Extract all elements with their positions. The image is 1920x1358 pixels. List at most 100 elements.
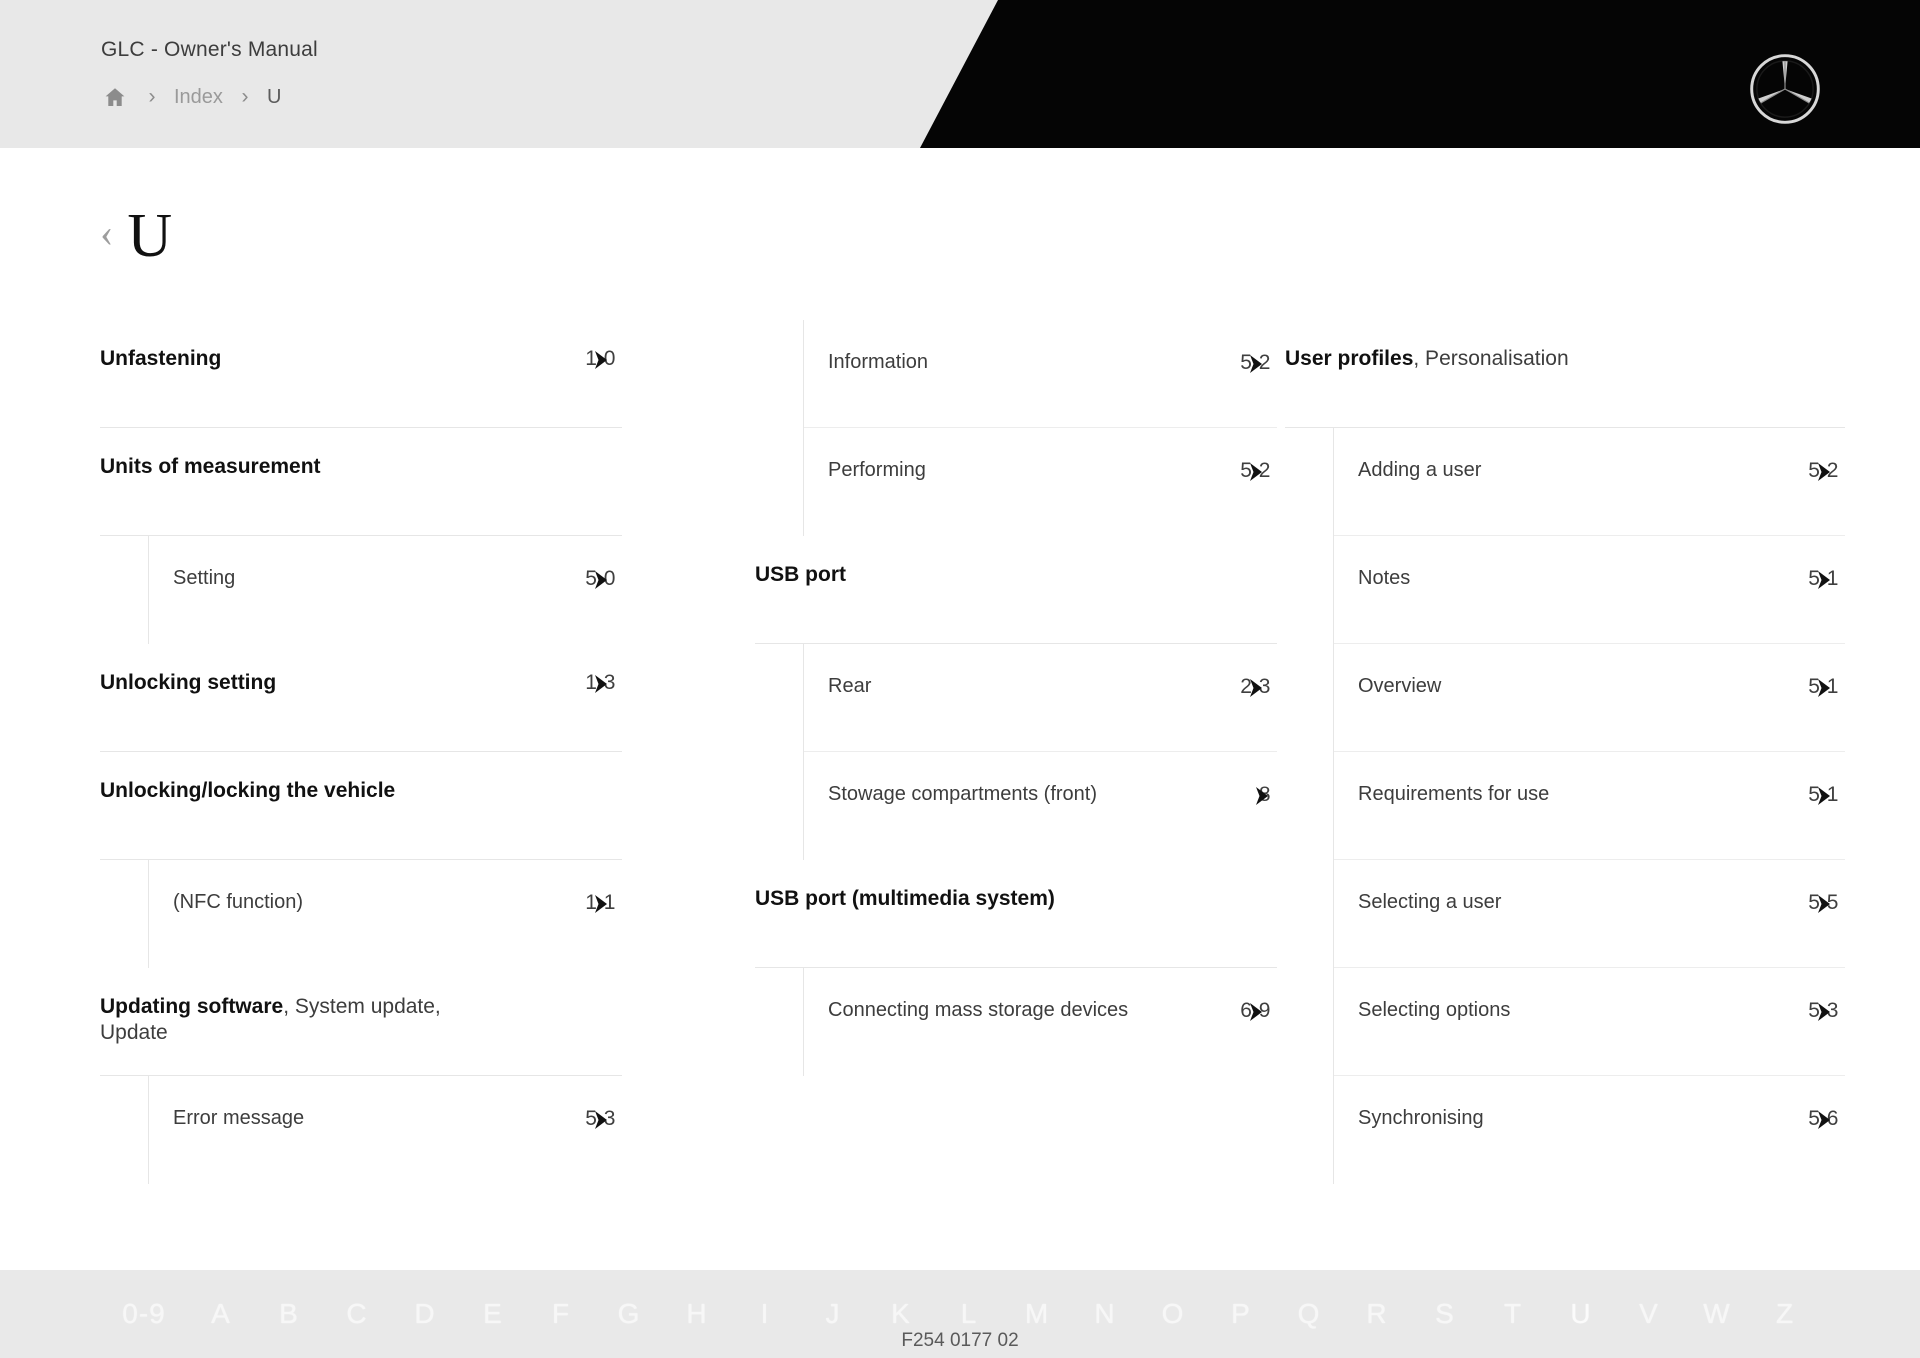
index-entry-updating-software[interactable]: Updating software, System update, Update [100, 968, 622, 1076]
breadcrumb-item-index[interactable]: Index [174, 82, 223, 112]
alphabet-letter-m[interactable]: M [1003, 1298, 1071, 1330]
index-subentry-error-message[interactable]: Error message 5 3 [149, 1076, 622, 1184]
index-subentry-selecting-a-user[interactable]: Selecting a user 5 5 [1334, 860, 1845, 968]
page-reference[interactable]: 1 1 [585, 860, 616, 915]
index-entry-units-of-measurement[interactable]: Units of measurement [100, 428, 622, 536]
index-subentry-label: Selecting a user [1358, 891, 1502, 913]
alphabet-letter-a[interactable]: A [187, 1298, 255, 1330]
index-group: User profiles, Personalisation Adding a … [1285, 320, 1845, 1184]
alphabet-letter-j[interactable]: J [799, 1298, 867, 1330]
alphabet-letter-o[interactable]: O [1139, 1298, 1207, 1330]
index-subentry-overview[interactable]: Overview 5 1 [1334, 644, 1845, 752]
mercedes-benz-star-icon [1748, 52, 1822, 126]
index-subentry-label: Notes [1358, 567, 1411, 589]
page-reference[interactable]: 2 3 [1240, 644, 1271, 699]
page-reference[interactable]: 5 0 [585, 536, 616, 591]
breadcrumb: › Index › U [100, 82, 281, 112]
chevron-right-icon [1817, 462, 1830, 481]
alphabet-letter-d[interactable]: D [391, 1298, 459, 1330]
index-subentry-nfc-function[interactable]: (NFC function) 1 1 [149, 860, 622, 968]
index-columns: Unfastening 1 0 Units of measurement Set… [0, 320, 1920, 1200]
index-entry-user-profiles[interactable]: User profiles, Personalisation [1285, 320, 1845, 428]
alphabet-letter-k[interactable]: K [867, 1298, 935, 1330]
page-reference[interactable]: 5 1 [1808, 644, 1839, 699]
alphabet-letter-s[interactable]: S [1411, 1298, 1479, 1330]
alphabet-letter-w[interactable]: W [1683, 1298, 1751, 1330]
alphabet-letter-09[interactable]: 0-9 [101, 1298, 187, 1330]
index-subgroup: Information 5 2 Performing 5 2 [803, 320, 1277, 536]
alphabet-letter-z[interactable]: Z [1751, 1298, 1819, 1330]
alphabet-letter-n[interactable]: N [1071, 1298, 1139, 1330]
index-column-2: Information 5 2 Performing 5 2 USB port … [755, 320, 1277, 1076]
alphabet-letter-f[interactable]: F [527, 1298, 595, 1330]
index-entry-label: Updating software, System update, Update [100, 968, 500, 1071]
index-column-1: Unfastening 1 0 Units of measurement Set… [100, 320, 622, 1184]
index-subentry-notes[interactable]: Notes 5 1 [1334, 536, 1845, 644]
alphabet-letter-v[interactable]: V [1615, 1298, 1683, 1330]
index-entry-label-bold: User profiles [1285, 347, 1414, 370]
alphabet-letter-e[interactable]: E [459, 1298, 527, 1330]
page-reference[interactable]: 5 5 [1808, 860, 1839, 915]
index-subentry-label: Stowage compartments (front) [828, 783, 1097, 805]
page-reference[interactable]: 5 6 [1808, 1076, 1839, 1131]
index-group: USB port Rear 2 3 Stowage compartments (… [755, 536, 1277, 860]
page-reference[interactable]: 5 1 [1808, 752, 1839, 807]
index-subentry-requirements-for-use[interactable]: Requirements for use 5 1 [1334, 752, 1845, 860]
alphabet-letter-r[interactable]: R [1343, 1298, 1411, 1330]
page-reference[interactable]: 1 0 [585, 320, 616, 371]
index-entry-label: User profiles, Personalisation [1285, 320, 1569, 396]
index-entry-unlocking-setting[interactable]: Unlocking setting 1 3 [100, 644, 622, 752]
chevron-right-icon [594, 1110, 607, 1129]
index-subentry-performing[interactable]: Performing 5 2 [804, 428, 1277, 536]
alphabet-letter-p[interactable]: P [1207, 1298, 1275, 1330]
index-subentry-synchronising[interactable]: Synchronising 5 6 [1334, 1076, 1845, 1184]
manual-title: GLC - Owner's Manual [101, 38, 318, 61]
alphabet-letter-c[interactable]: C [323, 1298, 391, 1330]
page-title: U [127, 202, 173, 270]
index-entry-label: Unfastening [100, 347, 222, 370]
alphabet-letter-u[interactable]: U [1547, 1298, 1615, 1330]
index-subentry-selecting-options[interactable]: Selecting options 5 3 [1334, 968, 1845, 1076]
index-entry-unfastening[interactable]: Unfastening 1 0 [100, 320, 622, 428]
alphabet-letter-b[interactable]: B [255, 1298, 323, 1330]
page-reference[interactable]: 5 2 [1808, 428, 1839, 483]
chevron-right-icon [594, 570, 607, 589]
home-icon[interactable] [100, 82, 130, 112]
chevron-left-icon[interactable]: ‹ [100, 213, 113, 253]
index-subgroup: Adding a user 5 2 Notes 5 1 Overview 5 1… [1333, 428, 1845, 1184]
page-reference[interactable]: 5 1 [1808, 536, 1839, 591]
index-subentry-adding-a-user[interactable]: Adding a user 5 2 [1334, 428, 1845, 536]
alphabet-letter-l[interactable]: L [935, 1298, 1003, 1330]
alphabet-letter-q[interactable]: Q [1275, 1298, 1343, 1330]
page-reference[interactable]: 5 3 [1808, 968, 1839, 1023]
index-entry-label: USB port (multimedia system) [755, 887, 1055, 910]
index-subentry-setting[interactable]: Setting 5 0 [149, 536, 622, 644]
index-subentry-label: Synchronising [1358, 1107, 1484, 1129]
chevron-right-icon [1817, 678, 1830, 697]
index-subentry-label: (NFC function) [173, 891, 304, 913]
index-entry-usb-port-multimedia-system[interactable]: USB port (multimedia system) [755, 860, 1277, 968]
chevron-right-icon [1249, 462, 1262, 481]
index-entry-usb-port[interactable]: USB port [755, 536, 1277, 644]
page-reference[interactable]: 1 3 [585, 644, 616, 695]
index-subentry-stowage-compartments-front[interactable]: Stowage compartments (front) 8 [804, 752, 1277, 860]
chevron-right-icon [1249, 678, 1262, 697]
page-reference[interactable]: 8 [1252, 752, 1271, 807]
index-subentry-information[interactable]: Information 5 2 [804, 320, 1277, 428]
document-id: F254 0177 02 [901, 1330, 1019, 1351]
page-reference[interactable]: 5 2 [1240, 320, 1271, 375]
chevron-right-icon [1255, 786, 1268, 805]
chevron-right-icon [594, 674, 607, 693]
alphabet-letter-h[interactable]: H [663, 1298, 731, 1330]
page-reference[interactable]: 6 9 [1240, 968, 1271, 1023]
page-reference[interactable]: 5 3 [585, 1076, 616, 1131]
alphabet-letter-t[interactable]: T [1479, 1298, 1547, 1330]
chevron-right-icon [594, 350, 607, 369]
index-subentry-rear[interactable]: Rear 2 3 [804, 644, 1277, 752]
page-reference[interactable]: 5 2 [1240, 428, 1271, 483]
index-entry-unlocking-locking-the-vehicle[interactable]: Unlocking/locking the vehicle [100, 752, 622, 860]
alphabet-letter-i[interactable]: I [731, 1298, 799, 1330]
alphabet-letter-g[interactable]: G [595, 1298, 663, 1330]
index-entry-label: Unlocking setting [100, 671, 277, 694]
index-subentry-connecting-mass-storage-devices[interactable]: Connecting mass storage devices 6 9 [804, 968, 1277, 1076]
